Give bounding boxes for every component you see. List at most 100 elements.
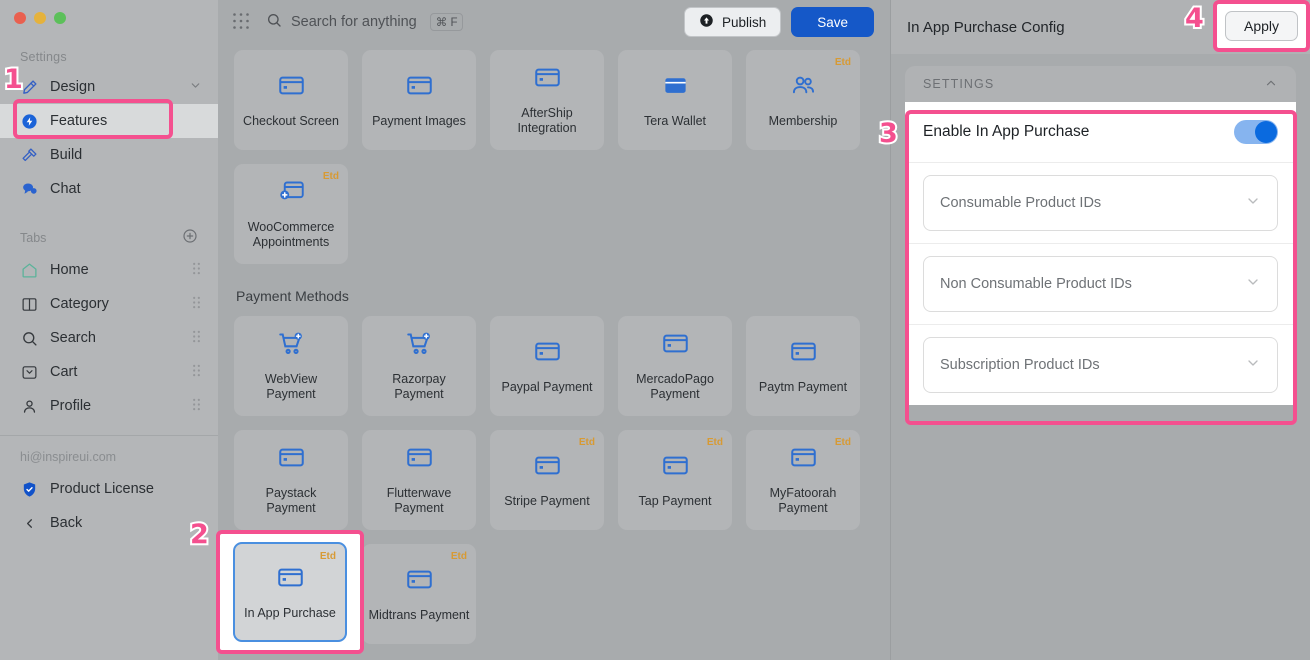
card-icon bbox=[278, 566, 305, 598]
plus-circle-icon[interactable] bbox=[182, 228, 198, 247]
tile-label: Payment Images bbox=[372, 113, 466, 128]
tile-flutterwave-payment[interactable]: Flutterwave Payment bbox=[362, 430, 476, 530]
publish-label: Publish bbox=[721, 14, 767, 30]
tile-label: AfterShip Integration bbox=[517, 106, 577, 135]
chevron-down-icon bbox=[1245, 193, 1261, 214]
sidebar-item-chat[interactable]: Chat bbox=[0, 172, 218, 206]
publish-button[interactable]: Publish bbox=[683, 7, 782, 37]
tile-label: Stripe Payment bbox=[504, 493, 590, 508]
tile-midtrans-payment[interactable]: Etd Midtrans Payment bbox=[362, 544, 476, 644]
tile-paypal-payment[interactable]: Paypal Payment bbox=[490, 316, 604, 416]
tile-in-app-purchase[interactable]: Etd In App Purchase bbox=[234, 544, 348, 644]
select-value: Subscription Product IDs bbox=[940, 357, 1100, 373]
drag-handle-icon[interactable] bbox=[191, 330, 202, 347]
sidebar-item-label: Product License bbox=[50, 481, 154, 497]
tile-label: Tap Payment bbox=[638, 493, 712, 508]
right-config-panel: In App Purchase Config Apply SETTINGS En… bbox=[890, 0, 1310, 660]
card-icon bbox=[534, 452, 561, 484]
sidebar-item-back[interactable]: Back bbox=[0, 506, 218, 540]
tabs-section-header: Tabs bbox=[0, 206, 218, 253]
sidebar-item-profile[interactable]: Profile bbox=[0, 389, 218, 423]
page-title: In App Purchase Config bbox=[907, 18, 1065, 36]
cart-plus-icon bbox=[406, 330, 433, 362]
apply-button-highlighted[interactable]: Apply bbox=[1224, 11, 1299, 41]
tile-tera-wallet[interactable]: Tera Wallet bbox=[618, 50, 732, 150]
non-consumable-product-ids-select[interactable]: Non Consumable Product IDs bbox=[923, 256, 1278, 312]
card-icon bbox=[406, 444, 433, 476]
tile-payment-images[interactable]: Payment Images bbox=[362, 50, 476, 150]
sidebar-item-search[interactable]: Search bbox=[0, 321, 218, 355]
close-window-button[interactable] bbox=[14, 12, 26, 24]
drag-handle-icon[interactable] bbox=[191, 364, 202, 381]
tile-row: Etd WooCommerce Appointments bbox=[234, 164, 874, 264]
chevron-up-icon[interactable] bbox=[1264, 76, 1278, 93]
settings-card-header[interactable]: SETTINGS bbox=[905, 66, 1296, 102]
status-badge: Etd bbox=[322, 171, 339, 182]
chevron-down-icon[interactable] bbox=[189, 79, 202, 96]
settings-card-title: SETTINGS bbox=[923, 77, 995, 91]
category-icon bbox=[20, 295, 39, 314]
status-badge: Etd bbox=[320, 553, 337, 564]
search-input[interactable]: Search for anything ⌘ F bbox=[266, 12, 464, 32]
tile-webview-payment[interactable]: WebView Payment bbox=[234, 316, 348, 416]
card-icon bbox=[662, 330, 689, 362]
subscription-product-ids-select[interactable]: Subscription Product IDs bbox=[923, 337, 1278, 393]
tile-razorpay-payment[interactable]: Razorpay Payment bbox=[362, 316, 476, 416]
account-email: hi@inspireui.com bbox=[20, 450, 117, 464]
tile-label: Paypal Payment bbox=[501, 379, 593, 394]
sidebar-item-label: Build bbox=[50, 147, 83, 163]
cart-icon bbox=[20, 363, 39, 382]
window-traffic-lights bbox=[0, 0, 218, 24]
tile-membership[interactable]: Etd Membership bbox=[746, 50, 860, 150]
enable-in-app-purchase-toggle[interactable] bbox=[1234, 120, 1278, 144]
sidebar-item-label: Back bbox=[50, 515, 83, 531]
card-icon bbox=[278, 444, 305, 476]
drag-handle-icon[interactable] bbox=[191, 398, 202, 415]
tile-stripe-payment[interactable]: Etd Stripe Payment bbox=[490, 430, 604, 530]
sidebar-item-category[interactable]: Category bbox=[0, 287, 218, 321]
tile-paystack-payment[interactable]: Paystack Payment bbox=[234, 430, 348, 530]
tile-tap-payment[interactable]: Etd Tap Payment bbox=[618, 430, 732, 530]
features-grid: Checkout Screen Payment Images AfterShip… bbox=[218, 44, 890, 644]
sidebar-item-design[interactable]: Design bbox=[0, 70, 218, 104]
status-badge: Etd bbox=[834, 57, 851, 68]
tile-myfatoorah-payment[interactable]: Etd MyFatoorah Payment bbox=[746, 430, 860, 530]
search-shortcut-badge: ⌘ F bbox=[429, 13, 464, 31]
annotation-overlay-apply-button: Apply bbox=[1219, 6, 1304, 46]
sidebar-item-features[interactable]: Features bbox=[0, 104, 218, 138]
tile-row: WebView Payment Razorpay Payment Paypal … bbox=[234, 316, 874, 416]
enable-in-app-purchase-row: Enable In App Purchase bbox=[905, 102, 1296, 163]
save-button[interactable]: Save bbox=[791, 7, 874, 37]
tile-mercadopago-payment[interactable]: MercadoPago Payment bbox=[618, 316, 732, 416]
status-badge: Etd bbox=[706, 437, 723, 448]
select-value: Non Consumable Product IDs bbox=[940, 276, 1132, 292]
tile-label: Tera Wallet bbox=[643, 113, 707, 128]
chat-icon bbox=[20, 180, 39, 199]
maximize-window-button[interactable] bbox=[54, 12, 66, 24]
tile-aftership-integration[interactable]: AfterShip Integration bbox=[490, 50, 604, 150]
grid-apps-icon[interactable] bbox=[232, 12, 252, 32]
chevron-down-icon bbox=[1245, 274, 1261, 295]
sidebar-item-build[interactable]: Build bbox=[0, 138, 218, 172]
card-icon bbox=[790, 338, 817, 370]
card-icon bbox=[662, 452, 689, 484]
sidebar-item-cart[interactable]: Cart bbox=[0, 355, 218, 389]
consumable-product-ids-select[interactable]: Consumable Product IDs bbox=[923, 175, 1278, 231]
apply-label: Apply bbox=[1243, 18, 1280, 34]
sidebar-item-home[interactable]: Home bbox=[0, 253, 218, 287]
tile-row: Etd In App Purchase Etd Midtrans Payment bbox=[234, 544, 874, 644]
brush-icon bbox=[20, 78, 39, 97]
tile-checkout-screen[interactable]: Checkout Screen bbox=[234, 50, 348, 150]
tile-paytm-payment[interactable]: Paytm Payment bbox=[746, 316, 860, 416]
tile-woocommerce-appointments[interactable]: Etd WooCommerce Appointments bbox=[234, 164, 348, 264]
sidebar-item-product-license[interactable]: Product License bbox=[0, 472, 218, 506]
sidebar-item-label: Search bbox=[50, 330, 96, 346]
card-icon bbox=[406, 566, 433, 598]
tile-label: Checkout Screen bbox=[243, 113, 339, 128]
tile-label: Razorpay Payment bbox=[392, 372, 446, 401]
chevron-down-icon bbox=[1245, 355, 1261, 376]
drag-handle-icon[interactable] bbox=[191, 262, 202, 279]
minimize-window-button[interactable] bbox=[34, 12, 46, 24]
drag-handle-icon[interactable] bbox=[191, 296, 202, 313]
card-icon bbox=[534, 64, 561, 96]
